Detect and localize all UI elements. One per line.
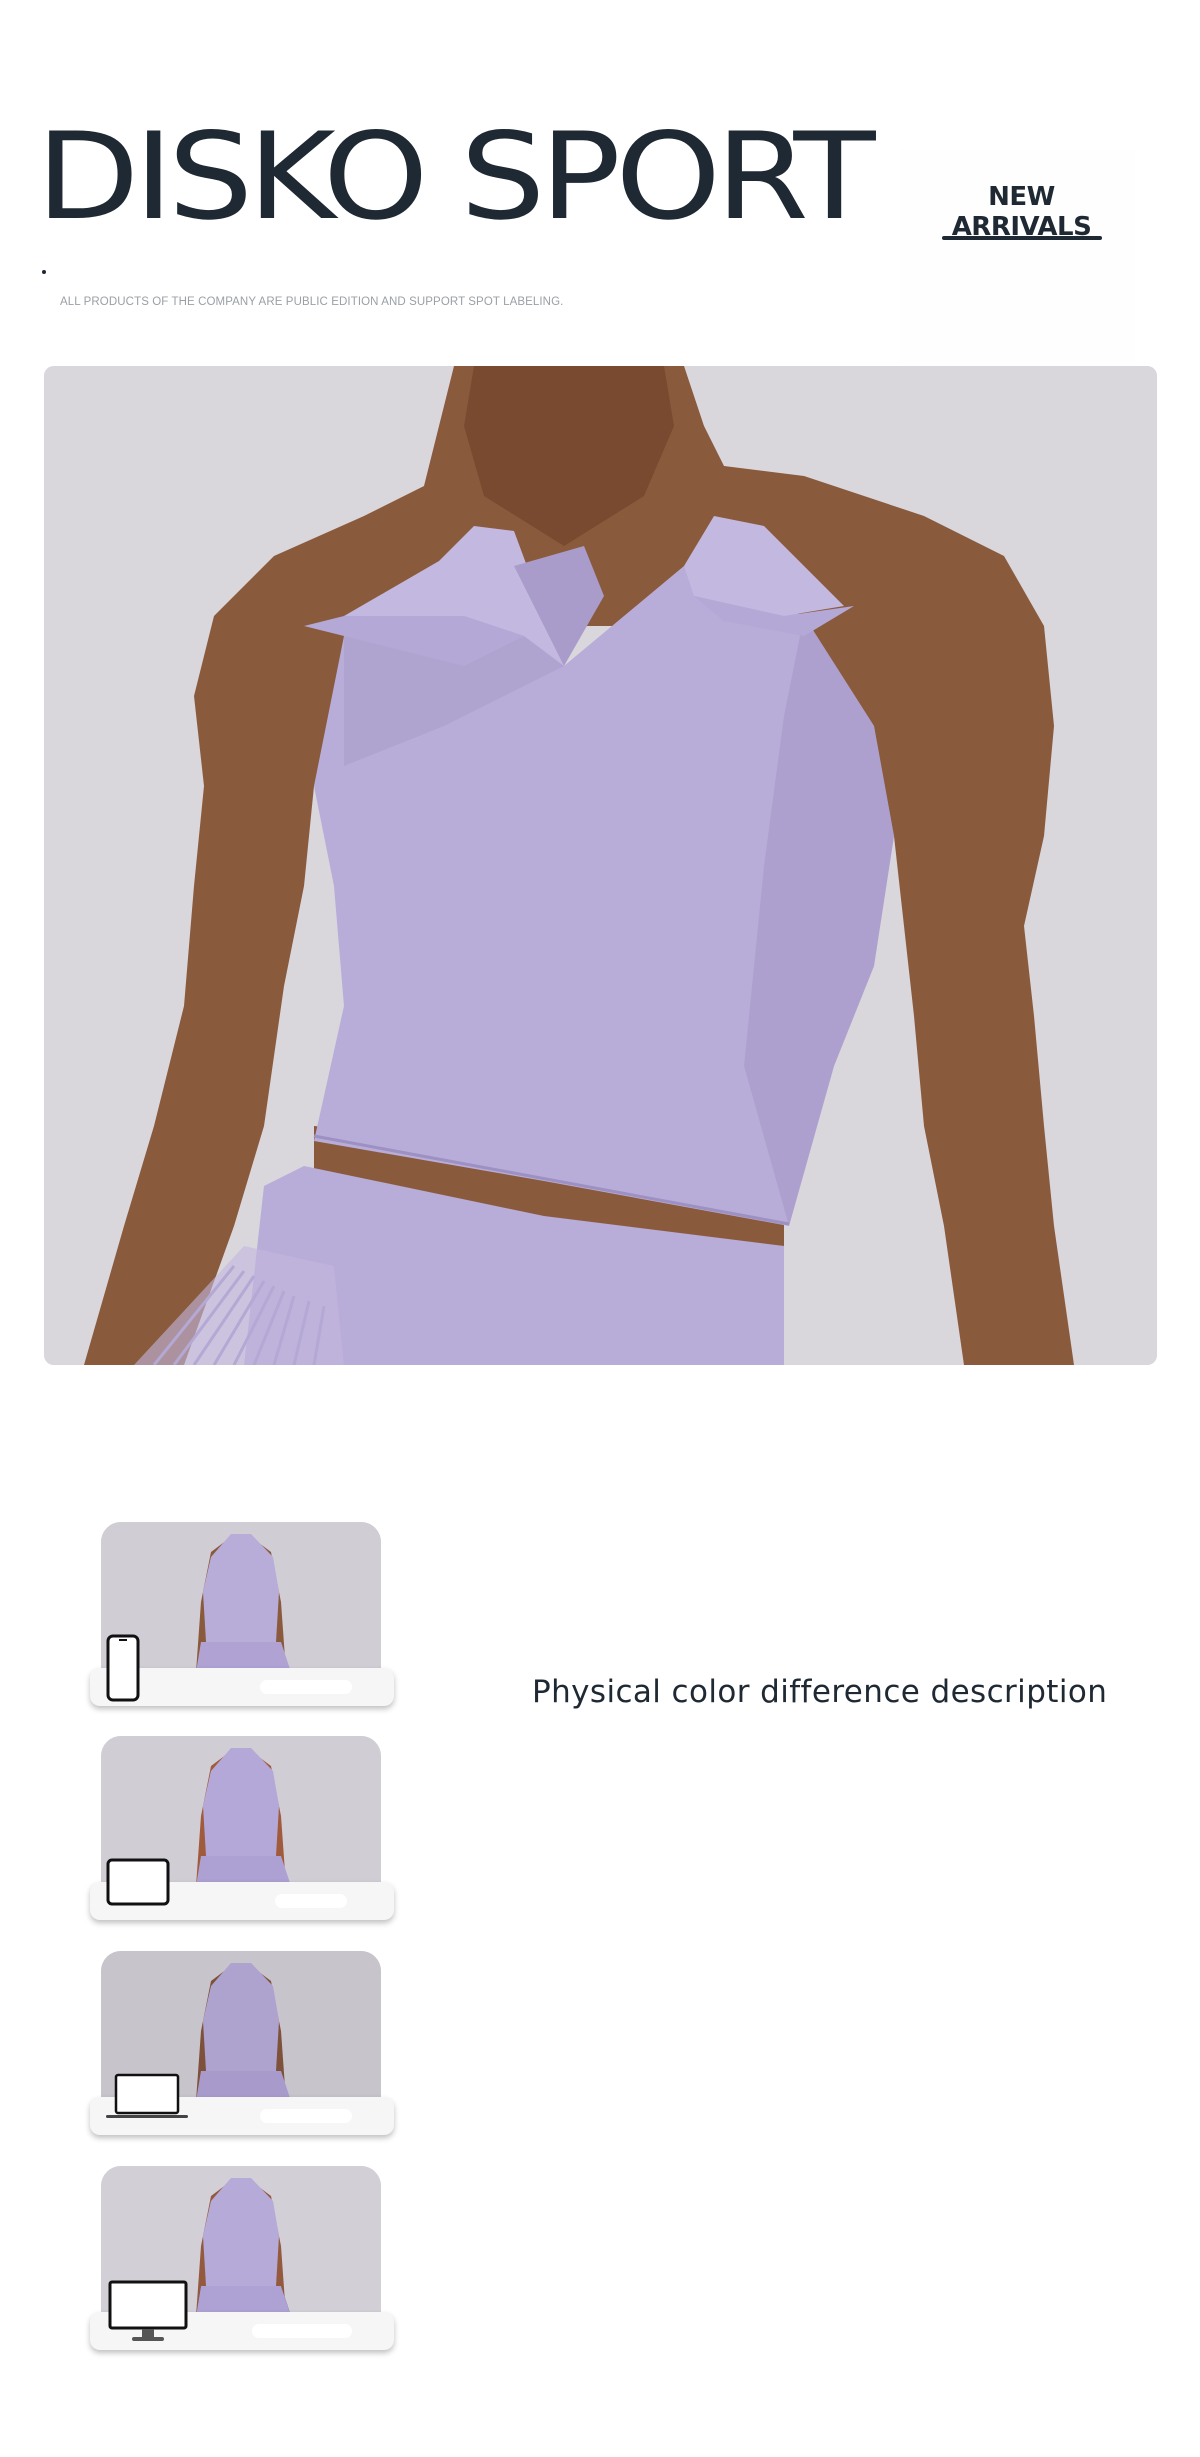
device-preview-tablet <box>90 1736 394 1920</box>
desktop-monitor-icon <box>108 2280 188 2341</box>
laptop-icon <box>106 2073 188 2118</box>
brand-header: DISKO SPORT ALL PRODUCTS OF THE COMPANY … <box>0 0 1200 370</box>
tray-pill <box>260 2109 352 2123</box>
decorative-dot <box>42 270 46 274</box>
product-thumbnail <box>101 1522 381 1672</box>
device-preview-phone <box>90 1522 394 1706</box>
device-preview-laptop <box>90 1951 394 2135</box>
tray-pill <box>275 1894 347 1908</box>
device-preview-desktop <box>90 2166 394 2350</box>
disclaimer-text: ALL PRODUCTS OF THE COMPANY ARE PUBLIC E… <box>60 296 564 308</box>
new-arrivals-underline <box>942 236 1102 240</box>
brand-logo: DISKO SPORT <box>36 108 876 247</box>
tray-pill <box>252 2324 352 2338</box>
tablet-icon <box>106 1858 170 1906</box>
phone-icon <box>106 1634 140 1702</box>
product-illustration <box>44 366 1157 1365</box>
color-difference-title: Physical color difference description <box>532 1674 1108 1710</box>
tray-pill <box>260 1680 352 1694</box>
new-arrivals-label[interactable]: NEW ARRIVALS <box>924 182 1119 242</box>
thumbnail-illustration <box>101 1522 381 1672</box>
hero-product-image <box>44 366 1157 1365</box>
